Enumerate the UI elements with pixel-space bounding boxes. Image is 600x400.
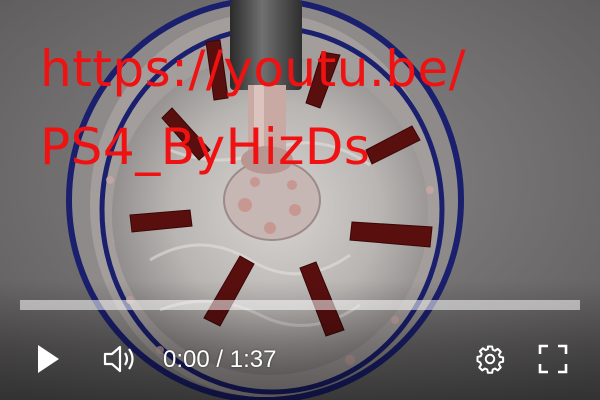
- gear-icon: [475, 344, 505, 377]
- progress-bar[interactable]: [20, 300, 580, 310]
- duration: 1:37: [229, 346, 277, 373]
- fullscreen-icon: [538, 344, 568, 377]
- volume-icon: [102, 343, 138, 378]
- video-player[interactable]: https://youtu.be/ PS4_ByHizDs 0:00 / 1:3…: [0, 0, 600, 400]
- url-overlay-line-1: https://youtu.be/: [40, 40, 467, 98]
- play-icon: [36, 344, 60, 377]
- current-time: 0:00: [163, 346, 210, 373]
- url-overlay-line-2: PS4_ByHizDs: [40, 118, 371, 176]
- time-display: 0:00 / 1:37: [163, 344, 276, 376]
- time-separator: /: [209, 346, 230, 373]
- play-button[interactable]: [28, 338, 68, 382]
- fullscreen-button[interactable]: [532, 338, 574, 382]
- controls-gradient: [0, 280, 600, 400]
- volume-button[interactable]: [98, 338, 142, 382]
- settings-button[interactable]: [470, 338, 510, 382]
